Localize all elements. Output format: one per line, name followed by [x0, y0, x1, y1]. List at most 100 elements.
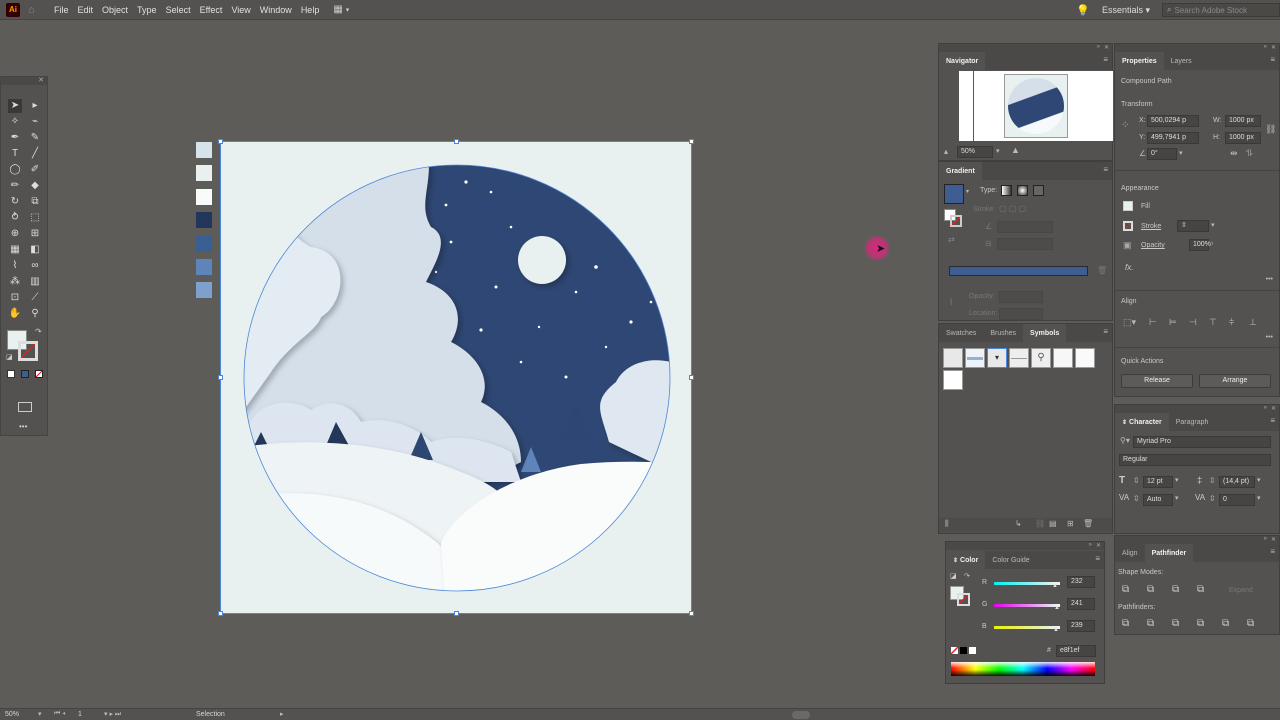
reference-point-icon[interactable]: ⁘: [1121, 120, 1129, 131]
stop-opacity-field[interactable]: [999, 291, 1043, 303]
symbol-item[interactable]: [1053, 348, 1073, 368]
angle-field[interactable]: [997, 221, 1053, 233]
stroke-swatch[interactable]: [1123, 221, 1133, 231]
resize-handle-br[interactable]: [689, 611, 694, 616]
tab-brushes[interactable]: Brushes: [983, 324, 1023, 342]
tab-character[interactable]: ⇕ Character: [1115, 413, 1169, 431]
paintbrush-icon[interactable]: ✐: [28, 163, 42, 177]
zoom-in-icon[interactable]: ▲: [1011, 145, 1020, 155]
more-options-icon[interactable]: •••: [1266, 276, 1273, 283]
crop-icon[interactable]: ⧉: [1197, 618, 1204, 629]
delete-symbol-icon[interactable]: 🗑: [1083, 519, 1093, 528]
close-icon[interactable]: ✕: [1096, 542, 1101, 549]
leading-field[interactable]: (14,4 pt): [1219, 476, 1255, 488]
stepper-icon[interactable]: ⇳: [1133, 476, 1140, 485]
fill-swatch[interactable]: [1123, 201, 1133, 211]
workspace-switcher[interactable]: Essentials ▾: [1102, 5, 1150, 16]
menu-file[interactable]: File: [54, 5, 69, 15]
unite-icon[interactable]: ⧉: [1122, 584, 1129, 595]
release-button[interactable]: Release: [1121, 374, 1193, 388]
constrain-proportions-icon[interactable]: ⛓: [1265, 124, 1276, 135]
resize-handle-bl[interactable]: [218, 611, 223, 616]
chevron-down-icon[interactable]: ▾: [966, 188, 969, 195]
align-hcenter-icon[interactable]: ⊨: [1169, 317, 1177, 328]
collapse-icon[interactable]: »: [1264, 405, 1267, 411]
line-tool-icon[interactable]: ╱: [28, 147, 42, 161]
color-mode-icon[interactable]: [7, 370, 15, 378]
tab-layers[interactable]: Layers: [1164, 52, 1199, 70]
tab-swatches[interactable]: Swatches: [939, 324, 983, 342]
white-color-icon[interactable]: [969, 647, 976, 654]
menu-type[interactable]: Type: [137, 5, 157, 15]
none-mode-icon[interactable]: [35, 370, 43, 378]
resize-handle-ml[interactable]: [218, 375, 223, 380]
collapse-icon[interactable]: »: [1089, 542, 1092, 548]
color-chip-3[interactable]: [196, 189, 212, 205]
chevron-down-icon[interactable]: ▾: [1179, 149, 1183, 157]
slice-tool-icon[interactable]: ⟋: [28, 291, 42, 305]
color-chip-5[interactable]: [196, 236, 212, 252]
more-options-icon[interactable]: •••: [1266, 334, 1273, 341]
font-search-icon[interactable]: ⚲▾: [1120, 436, 1130, 445]
panel-menu-icon[interactable]: ≡: [1103, 327, 1108, 336]
swap-fill-stroke-icon[interactable]: ↷: [964, 572, 970, 580]
symbol-item[interactable]: ▾: [987, 348, 1007, 368]
color-chip-7[interactable]: [196, 282, 212, 298]
g-value-field[interactable]: 241: [1067, 598, 1095, 610]
symbol-sprayer-icon[interactable]: ⁂: [8, 275, 22, 289]
hand-tool-icon[interactable]: ✋: [8, 307, 22, 321]
tab-gradient[interactable]: Gradient: [939, 162, 982, 180]
trim-icon[interactable]: ⧉: [1147, 618, 1154, 629]
panel-menu-icon[interactable]: ≡: [1270, 416, 1275, 425]
eraser-icon[interactable]: ◆: [28, 179, 42, 193]
panel-menu-icon[interactable]: ≡: [1103, 55, 1108, 64]
more-tools-icon[interactable]: •••: [19, 422, 27, 431]
panel-menu-icon[interactable]: ≡: [1095, 554, 1100, 563]
flip-horizontal-icon[interactable]: ⇹: [1230, 148, 1238, 159]
aspect-ratio-field[interactable]: [997, 238, 1053, 250]
rotate-field[interactable]: 0°: [1147, 148, 1177, 160]
stepper-icon[interactable]: ⇳: [1133, 494, 1140, 503]
chevron-down-icon[interactable]: ▾: [1257, 476, 1261, 484]
place-symbol-icon[interactable]: ↳: [1015, 519, 1022, 528]
exclude-icon[interactable]: ⧉: [1197, 584, 1204, 595]
g-slider[interactable]: [994, 604, 1060, 607]
y-field[interactable]: 499,7941 p: [1147, 132, 1199, 144]
perspective-grid-icon[interactable]: ⊞: [28, 227, 42, 241]
panel-menu-icon[interactable]: ≡: [1270, 547, 1275, 556]
blend-tool-icon[interactable]: ∞: [28, 259, 42, 273]
artboard[interactable]: [218, 139, 694, 616]
default-colors-icon[interactable]: ◪: [950, 572, 957, 580]
resize-handle-tr[interactable]: [689, 139, 694, 144]
tab-properties[interactable]: Properties: [1115, 52, 1164, 70]
merge-icon[interactable]: ⧉: [1172, 618, 1179, 629]
chevron-down-icon[interactable]: ▾: [1175, 494, 1179, 502]
arrange-documents-button[interactable]: ▦ ▾: [333, 4, 349, 15]
free-transform-icon[interactable]: ⬚: [28, 211, 42, 225]
menu-select[interactable]: Select: [166, 5, 191, 15]
r-value-field[interactable]: 232: [1067, 576, 1095, 588]
new-symbol-icon[interactable]: ⊞: [1067, 519, 1074, 528]
align-to-icon[interactable]: ⬚▾: [1123, 317, 1136, 328]
resize-handle-bm[interactable]: [454, 611, 459, 616]
w-field[interactable]: 1000 px: [1225, 115, 1261, 127]
close-icon[interactable]: ✕: [1271, 536, 1276, 543]
navigator-grip[interactable]: [939, 44, 1112, 52]
font-style-field[interactable]: Regular: [1119, 454, 1271, 466]
collapse-icon[interactable]: »: [1264, 536, 1267, 542]
menu-view[interactable]: View: [231, 5, 250, 15]
tab-color[interactable]: ⇕ Color: [946, 551, 986, 569]
symbol-item[interactable]: [1009, 348, 1029, 368]
reverse-gradient-icon[interactable]: ⇄: [948, 235, 955, 244]
fx-button[interactable]: fx.: [1125, 263, 1133, 272]
tab-symbols[interactable]: Symbols: [1023, 324, 1067, 342]
navigator-preview[interactable]: [959, 71, 1113, 141]
color-chip-1[interactable]: [196, 142, 212, 158]
menu-help[interactable]: Help: [301, 5, 320, 15]
gradient-slider-bar[interactable]: [949, 266, 1088, 276]
h-field[interactable]: 1000 px: [1225, 132, 1261, 144]
kerning-field[interactable]: Auto: [1143, 494, 1173, 506]
curvature-tool-icon[interactable]: ✎: [28, 131, 42, 145]
hex-field[interactable]: e8f1ef: [1056, 645, 1096, 657]
chevron-right-icon[interactable]: ›: [1211, 240, 1213, 247]
